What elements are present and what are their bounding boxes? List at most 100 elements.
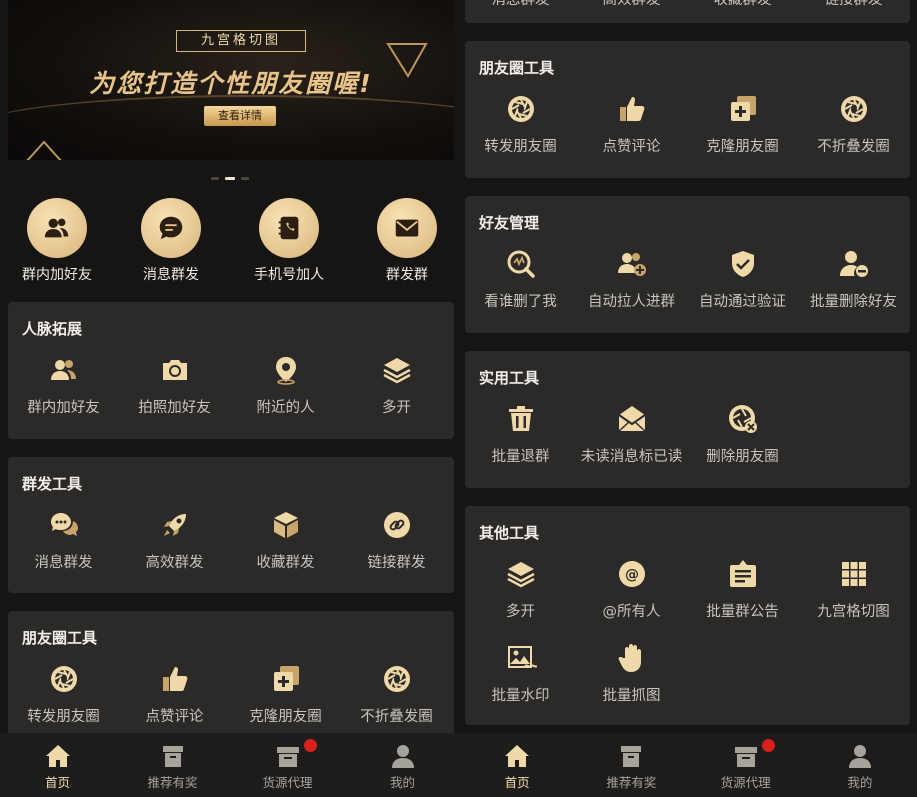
aperture-icon	[48, 663, 80, 695]
quick-actions: 群内加好友 消息群发 手机号加人 群发群	[0, 198, 460, 286]
tool-bulk-leave-groups[interactable]: 批量退群	[465, 403, 576, 466]
tool-label: 点赞评论	[145, 709, 204, 725]
tool-label[interactable]: 高效群发	[576, 0, 687, 9]
tool-unfold-post[interactable]: 不折叠发圈	[341, 663, 452, 726]
tool-label: 群内加好友	[27, 400, 100, 416]
home-icon	[504, 743, 530, 769]
quick-action-phone-add[interactable]: 手机号加人	[232, 198, 346, 284]
remove-user-icon	[838, 248, 870, 280]
carousel-dot[interactable]	[241, 177, 249, 180]
nav-label: 首页	[504, 775, 530, 790]
tool-label: 高效群发	[145, 555, 204, 571]
rocket-icon	[159, 509, 191, 541]
tool-favorite-broadcast[interactable]: 收藏群发	[230, 509, 341, 572]
tool-mark-all-read[interactable]: 未读消息标已读	[576, 403, 687, 466]
box-icon	[275, 739, 317, 769]
tool-who-deleted-me[interactable]: 看谁删了我	[465, 248, 576, 311]
view-details-button[interactable]: 查看详情	[204, 106, 276, 126]
tool-group-add[interactable]: 群内加好友	[8, 354, 119, 417]
tool-unfold-post[interactable]: 不折叠发圈	[798, 93, 909, 156]
quick-action-broadcast[interactable]: 消息群发	[114, 198, 228, 284]
tool-like-comment[interactable]: 点赞评论	[576, 93, 687, 156]
tool-label: 不折叠发圈	[360, 709, 433, 725]
tool-label: 自动通过验证	[699, 294, 786, 310]
promo-banner[interactable]: 九宫格切图 为您打造个性朋友圈喔! 查看详情	[8, 0, 454, 160]
section-moments: 朋友圈工具 转发朋友圈 点赞评论 克隆朋友圈 不折叠发圈	[465, 41, 910, 178]
notice-board-icon	[727, 558, 759, 590]
nav-home[interactable]: 首页	[460, 743, 574, 791]
quick-action-group-broadcast[interactable]: 群发群	[350, 198, 460, 284]
tool-like-comment[interactable]: 点赞评论	[119, 663, 230, 726]
carousel-dot-active[interactable]	[225, 177, 235, 180]
clone-icon	[270, 663, 302, 695]
cube-icon	[270, 509, 302, 541]
tool-label[interactable]: 收藏群发	[687, 0, 798, 9]
tool-forward-moments[interactable]: 转发朋友圈	[465, 93, 576, 156]
nav-referral[interactable]: 推荐有奖	[574, 743, 688, 791]
envelope-icon	[377, 198, 437, 258]
quick-action-group-add[interactable]: 群内加好友	[0, 198, 114, 284]
triangle-decoration	[24, 140, 64, 160]
tool-photo-add[interactable]: 拍照加好友	[119, 354, 230, 417]
tool-label: 克隆朋友圈	[706, 139, 779, 155]
section-network: 人脉拓展 群内加好友 拍照加好友 附近的人 多开	[8, 302, 454, 439]
tool-label: 消息群发	[34, 555, 93, 571]
tool-bulk-delete-friends[interactable]: 批量删除好友	[798, 248, 909, 311]
section-title: 朋友圈工具	[22, 629, 98, 647]
tool-fast-broadcast[interactable]: 高效群发	[119, 509, 230, 572]
tool-bulk-announcement[interactable]: 批量群公告	[687, 558, 798, 621]
bottom-nav: 首页 推荐有奖 货源代理 我的	[460, 733, 917, 797]
tool-auto-invite[interactable]: 自动拉人进群	[576, 248, 687, 311]
tool-label: 删除朋友圈	[706, 449, 779, 465]
tool-grid-cut[interactable]: 九宫格切图	[798, 558, 909, 621]
section-broadcast: 群发工具 消息群发 高效群发 收藏群发 链接群发	[8, 457, 454, 593]
tool-label: 批量退群	[491, 449, 550, 465]
tool-label: 未读消息标已读	[580, 449, 683, 465]
gift-box-icon	[160, 743, 186, 769]
aperture-delete-icon	[727, 403, 759, 435]
quick-action-label: 消息群发	[143, 267, 199, 283]
chat-bubble-icon	[141, 198, 201, 258]
hand-icon	[616, 642, 648, 674]
tool-bulk-capture[interactable]: 批量抓图	[576, 642, 687, 705]
left-screen: 九宫格切图 为您打造个性朋友圈喔! 查看详情 群内加好友 消息群发 手机号加人	[0, 0, 460, 797]
section-title: 其他工具	[479, 524, 540, 542]
tool-mention-all[interactable]: @ @所有人	[576, 558, 687, 621]
camera-icon	[159, 354, 191, 386]
tool-message-broadcast[interactable]: 消息群发	[8, 509, 119, 572]
home-icon	[45, 743, 71, 769]
tool-delete-moments[interactable]: 删除朋友圈	[687, 403, 798, 466]
tool-nearby[interactable]: 附近的人	[230, 354, 341, 417]
users-icon	[27, 198, 87, 258]
tool-label: 不折叠发圈	[817, 139, 890, 155]
nav-referral[interactable]: 推荐有奖	[115, 743, 230, 791]
grid-icon	[838, 558, 870, 590]
tool-multi-open[interactable]: 多开	[341, 354, 452, 417]
nav-profile[interactable]: 我的	[803, 743, 917, 791]
notification-badge	[761, 739, 775, 752]
tool-multi-open[interactable]: 多开	[465, 558, 576, 621]
notification-badge	[303, 739, 317, 752]
section-broadcast-partial: 消息群发 高效群发 收藏群发 链接群发	[465, 0, 910, 23]
phone-book-icon	[259, 198, 319, 258]
box-icon	[733, 739, 775, 769]
tool-clone-moments[interactable]: 克隆朋友圈	[230, 663, 341, 726]
layers-icon	[381, 354, 413, 386]
tool-label[interactable]: 消息群发	[465, 0, 576, 9]
shield-check-icon	[727, 248, 759, 280]
tool-label[interactable]: 链接群发	[798, 0, 909, 9]
svg-text:@: @	[625, 567, 639, 583]
nav-supply[interactable]: 货源代理	[689, 739, 803, 791]
nav-supply[interactable]: 货源代理	[230, 739, 345, 791]
tool-forward-moments[interactable]: 转发朋友圈	[8, 663, 119, 726]
image-icon	[505, 642, 537, 674]
tool-auto-accept[interactable]: 自动通过验证	[687, 248, 798, 311]
tool-clone-moments[interactable]: 克隆朋友圈	[687, 93, 798, 156]
tool-bulk-watermark[interactable]: 批量水印	[465, 642, 576, 705]
carousel-indicator[interactable]	[0, 168, 460, 187]
nav-profile[interactable]: 我的	[345, 743, 460, 791]
carousel-dot[interactable]	[211, 177, 219, 180]
tool-link-broadcast[interactable]: 链接群发	[341, 509, 452, 572]
thumbs-up-icon	[616, 93, 648, 125]
nav-home[interactable]: 首页	[0, 743, 115, 791]
